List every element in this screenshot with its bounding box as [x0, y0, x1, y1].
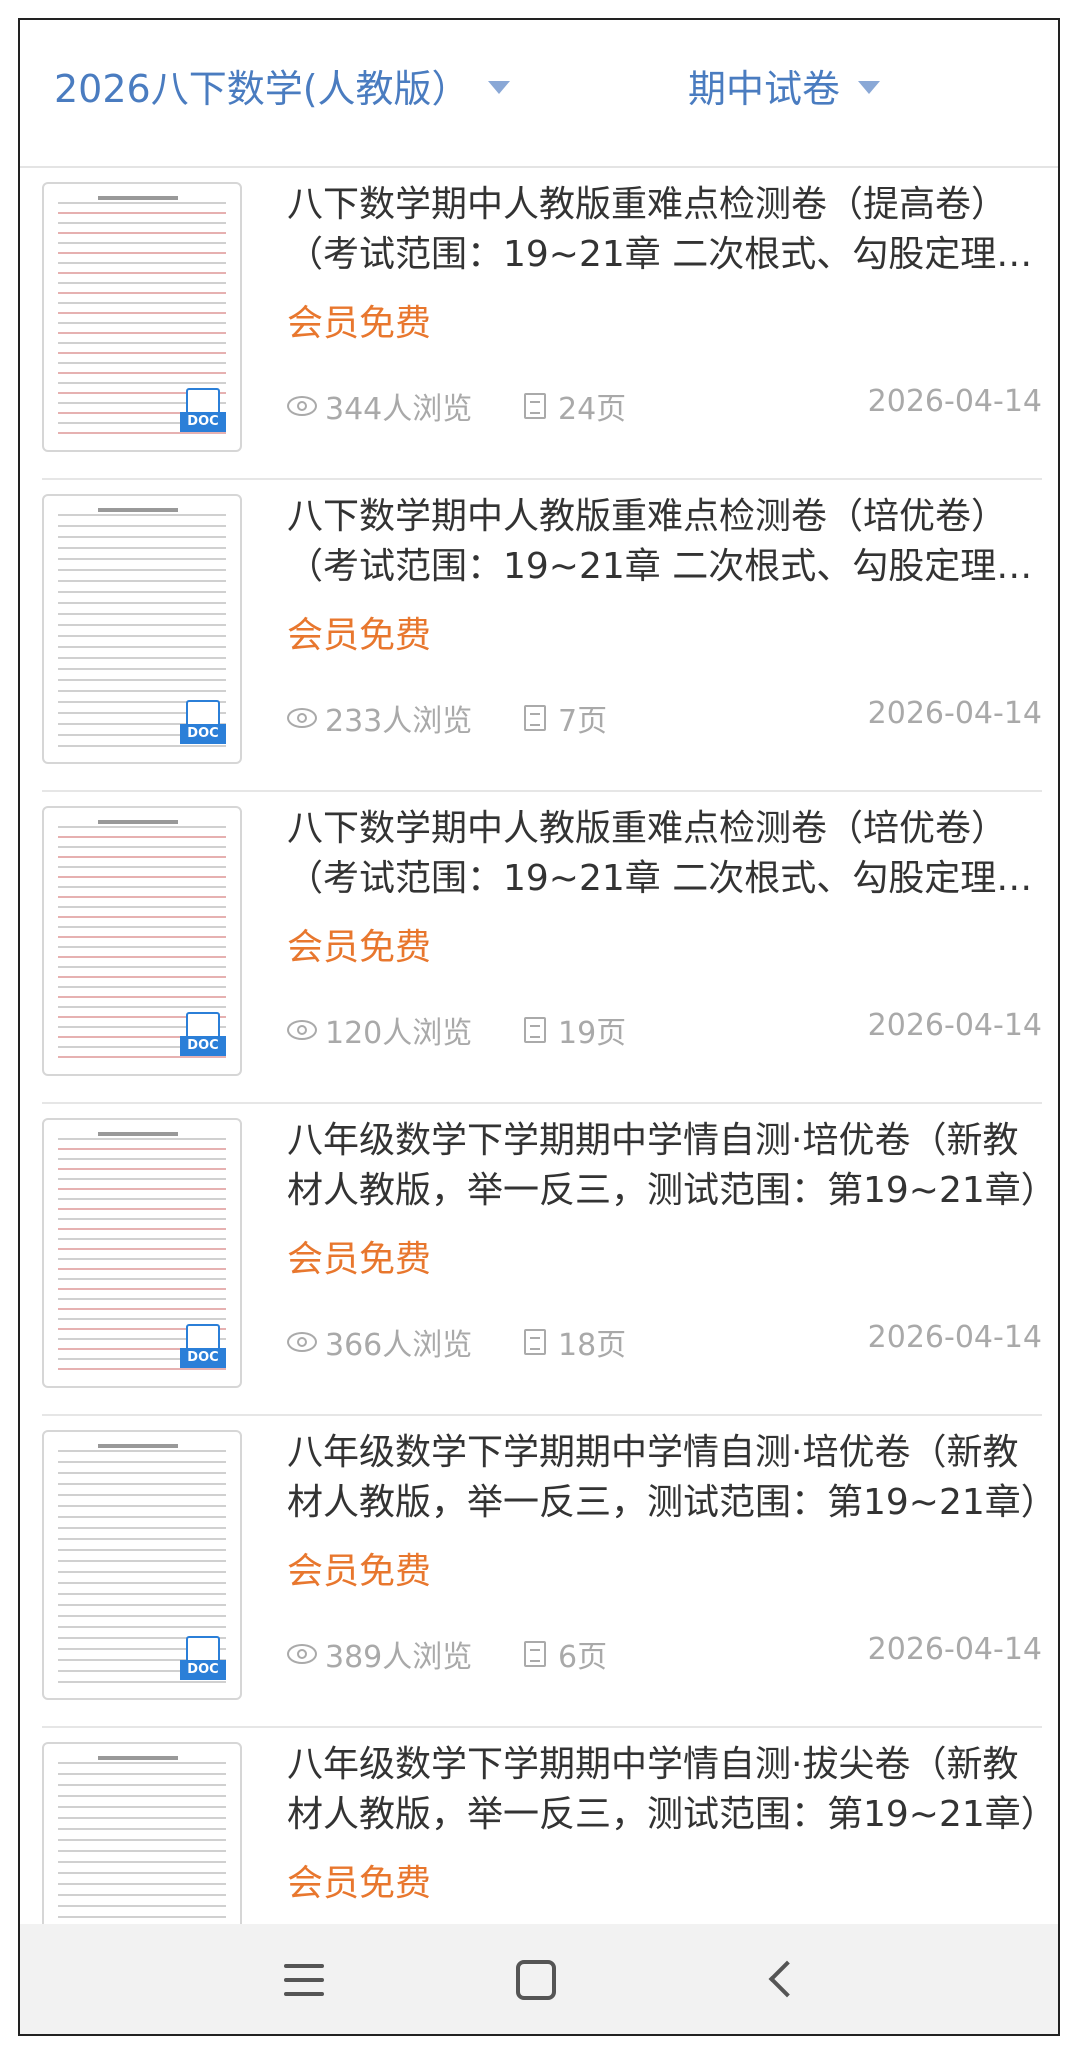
publish-date: 2026-04-14 [867, 1008, 1042, 1043]
document-thumbnail[interactable]: DOC [42, 494, 242, 764]
doc-badge-label: DOC [180, 1036, 226, 1056]
view-count: 366人浏览 [325, 1328, 473, 1363]
home-icon[interactable] [516, 1960, 556, 2000]
view-count: 120人浏览 [325, 1016, 473, 1051]
eye-icon [287, 396, 317, 416]
page-icon [524, 705, 546, 731]
system-navigation-bar [20, 1924, 1058, 2034]
publish-date: 2026-04-14 [867, 1632, 1042, 1667]
view-count: 389人浏览 [325, 1640, 473, 1675]
doc-badge-label: DOC [180, 412, 226, 432]
app-frame: 2026八下数学(人教版） 期中试卷 DOC 八下数学期中人教版重难点检测卷（提… [18, 18, 1060, 2036]
price-label: 会员免费 [287, 1551, 432, 1592]
publish-date: 2026-04-14 [867, 384, 1042, 419]
page-icon [524, 393, 546, 419]
doc-badge-label: DOC [180, 1348, 226, 1368]
view-count: 233人浏览 [325, 704, 473, 739]
caret-down-icon [858, 81, 881, 94]
price-label: 会员免费 [287, 927, 432, 968]
document-title[interactable]: 八年级数学下学期期中学情自测·培优卷（新教材人教版，举一反三，测试范围：第19~… [287, 1428, 1042, 1528]
document-title[interactable]: 八年级数学下学期期中学情自测·培优卷（新教材人教版，举一反三，测试范围：第19~… [287, 1116, 1042, 1216]
eye-icon [287, 708, 317, 728]
price-label: 会员免费 [287, 1239, 432, 1280]
doc-file-icon: DOC [180, 1324, 226, 1368]
document-thumbnail[interactable]: DOC [42, 1118, 242, 1388]
list-item[interactable]: DOC 八下数学期中人教版重难点检测卷（培优卷）（考试范围：19~21章 二次根… [42, 792, 1042, 1104]
price-label: 会员免费 [287, 303, 432, 344]
price-label: 会员免费 [287, 1863, 432, 1904]
page-count: 18页 [558, 1328, 627, 1363]
document-thumbnail[interactable]: DOC [42, 1430, 242, 1700]
doc-file-icon: DOC [180, 388, 226, 432]
back-icon[interactable] [754, 1950, 814, 2010]
document-thumbnail[interactable]: DOC [42, 182, 242, 452]
doc-file-icon: DOC [180, 1636, 226, 1680]
doc-badge-label: DOC [180, 724, 226, 744]
category-filter-dropdown[interactable]: 期中试卷 [688, 58, 881, 113]
doc-badge-label: DOC [180, 1660, 226, 1680]
document-preview-lines [58, 1756, 226, 1948]
view-count: 344人浏览 [325, 392, 473, 427]
document-meta: 120人浏览 19页 2026-04-14 [287, 1008, 1042, 1051]
page-count: 19页 [558, 1016, 627, 1051]
document-list: DOC 八下数学期中人教版重难点检测卷（提高卷）（考试范围：19~21章 二次根… [20, 168, 1058, 1948]
document-meta: 344人浏览 24页 2026-04-14 [287, 384, 1042, 427]
list-item[interactable]: DOC 八年级数学下学期期中学情自测·培优卷（新教材人教版，举一反三，测试范围：… [42, 1416, 1042, 1728]
publish-date: 2026-04-14 [867, 696, 1042, 731]
eye-icon [287, 1332, 317, 1352]
document-title[interactable]: 八年级数学下学期期中学情自测·拔尖卷（新教材人教版，举一反三，测试范围：第19~… [287, 1740, 1042, 1840]
document-meta: 366人浏览 18页 2026-04-14 [287, 1320, 1042, 1363]
eye-icon [287, 1644, 317, 1664]
textbook-filter-dropdown[interactable]: 2026八下数学(人教版） [54, 58, 510, 113]
list-item[interactable]: 八年级数学下学期期中学情自测·拔尖卷（新教材人教版，举一反三，测试范围：第19~… [42, 1728, 1042, 1948]
document-title[interactable]: 八下数学期中人教版重难点检测卷（培优卷）（考试范围：19~21章 二次根式、勾股… [287, 804, 1042, 904]
page-count: 7页 [558, 704, 608, 739]
page-icon [524, 1017, 546, 1043]
document-meta: 233人浏览 7页 2026-04-14 [287, 696, 1042, 739]
page-icon [524, 1329, 546, 1355]
textbook-filter-label: 2026八下数学(人教版） [54, 67, 470, 111]
doc-file-icon: DOC [180, 1012, 226, 1056]
document-title[interactable]: 八下数学期中人教版重难点检测卷（提高卷）（考试范围：19~21章 二次根式、勾股… [287, 180, 1042, 280]
document-thumbnail[interactable]: DOC [42, 806, 242, 1076]
eye-icon [287, 1020, 317, 1040]
page-count: 6页 [558, 1640, 608, 1675]
filter-header: 2026八下数学(人教版） 期中试卷 [20, 20, 1058, 168]
list-item[interactable]: DOC 八下数学期中人教版重难点检测卷（培优卷）（考试范围：19~21章 二次根… [42, 480, 1042, 792]
page-count: 24页 [558, 392, 627, 427]
document-thumbnail[interactable] [42, 1742, 242, 1948]
category-filter-label: 期中试卷 [688, 67, 841, 111]
document-meta: 389人浏览 6页 2026-04-14 [287, 1632, 1042, 1675]
doc-file-icon: DOC [180, 700, 226, 744]
document-title[interactable]: 八下数学期中人教版重难点检测卷（培优卷）（考试范围：19~21章 二次根式、勾股… [287, 492, 1042, 592]
caret-down-icon [487, 81, 510, 94]
list-item[interactable]: DOC 八下数学期中人教版重难点检测卷（提高卷）（考试范围：19~21章 二次根… [42, 168, 1042, 480]
list-item[interactable]: DOC 八年级数学下学期期中学情自测·培优卷（新教材人教版，举一反三，测试范围：… [42, 1104, 1042, 1416]
price-label: 会员免费 [287, 615, 432, 656]
publish-date: 2026-04-14 [867, 1320, 1042, 1355]
page-icon [524, 1641, 546, 1667]
recent-apps-icon[interactable] [272, 1950, 332, 2010]
